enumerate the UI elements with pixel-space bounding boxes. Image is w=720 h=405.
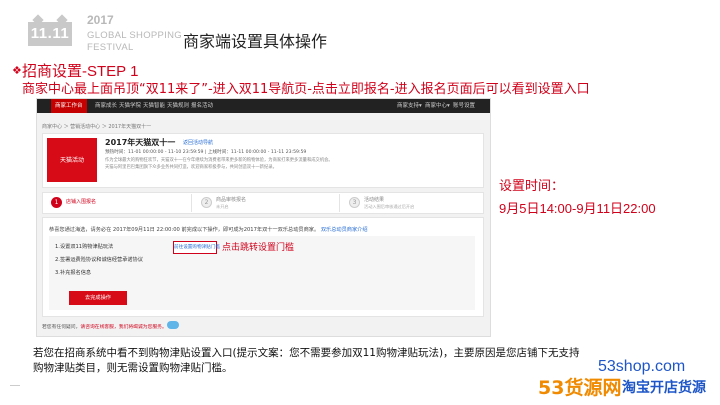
- nav-item-growth[interactable]: 商家成长: [95, 99, 117, 113]
- setup-time-label: 设置时间：: [499, 179, 565, 194]
- note-line1: 若您在招商系统中看不到购物津贴设置入口(提示文案：您不需要参加双11购物津贴玩法…: [33, 347, 580, 359]
- watermark-brand: 53货源网: [538, 377, 622, 399]
- nav-item-academy[interactable]: 天猫学院: [119, 99, 141, 113]
- todo-item-info: 3.补充报名信息: [55, 270, 92, 276]
- activity-badge: 天猫活动: [47, 138, 97, 182]
- activity-time: 预热时间：11-01 00:00:00 - 11-10 23:59:59 | 上…: [105, 150, 307, 155]
- step-1-circle: 1: [51, 197, 62, 208]
- nav-item-rules[interactable]: 天猫规则: [167, 99, 189, 113]
- deadline-notice: 恭喜您通过海选，请务必在 2017年09月11日 22:00:00 前完成以下操…: [49, 226, 368, 233]
- note-line2: 购物津贴类目，则无需设置购物津贴门槛。: [33, 362, 233, 374]
- threshold-callout: 点击跳转设置门槛: [222, 243, 295, 253]
- activity-badge-label: 天猫活动: [59, 157, 84, 164]
- set-threshold-button[interactable]: 前往设置购物津贴门槛: [173, 241, 220, 254]
- help-footnote-prefix: 若您有任何疑问，: [42, 325, 81, 330]
- merchant-intro-link[interactable]: 双乐总动员商家介绍: [321, 227, 368, 233]
- deadline-notice-text: 恭喜您通过海选，请务必在 2017年09月11日 22:00:00 前完成以下操…: [49, 227, 320, 233]
- registration-steps: 1 店铺入围报名 2 商品审核报名 未开启 3 活动结果 活动入围后审核通过后开…: [42, 192, 484, 214]
- step-2-status: 未开启: [216, 204, 229, 209]
- nav-item-workbench[interactable]: 商家工作台: [51, 99, 87, 113]
- step-2-circle: 2: [201, 197, 212, 208]
- back-to-nav-link[interactable]: 返回活动导航: [183, 139, 213, 146]
- tmall-1111-logo: 11.11: [28, 14, 72, 46]
- chat-bubble-icon[interactable]: [167, 321, 179, 329]
- watermark-tagline: 淘宝开店货源: [622, 380, 706, 396]
- top-nav-bar: 商家工作台 商家成长 天猫学院 天猫智能 天猫规则 报名活动 商家支持▾ 商家中…: [37, 99, 490, 113]
- nav-item-smart[interactable]: 天猫智能: [143, 99, 165, 113]
- activity-card: 天猫活动 2017年天猫双十一 返回活动导航 预热时间：11-01 00:00:…: [42, 133, 484, 188]
- activity-title: 2017年天猫双十一: [105, 138, 176, 147]
- todo-item-agreement: 2.签署运费险协议和诚信经营承诺协议: [55, 257, 143, 263]
- help-footnote: 若您有任何疑问，请咨询在线客服，我们将竭诚为您服务。: [42, 323, 167, 330]
- complete-button[interactable]: 去完成操作: [69, 291, 127, 305]
- logo-text: 11.11: [30, 25, 70, 42]
- help-footnote-contact[interactable]: 请咨询在线客服，我们将竭诚为您服务。: [80, 325, 166, 330]
- step-divider: [339, 194, 340, 212]
- todo-list: 1.设置双11购物津贴玩法 前往设置购物津贴门槛 点击跳转设置门槛 2.签署运费…: [49, 236, 475, 310]
- step-3-status: 活动入围后审核通过后开启: [364, 204, 415, 209]
- step-2-label: 商品审核报名: [216, 197, 247, 203]
- merchant-center-screenshot: 商家工作台 商家成长 天猫学院 天猫智能 天猫规则 报名活动 商家支持▾ 商家中…: [36, 98, 491, 337]
- nav-item-support[interactable]: 商家支持▾: [397, 99, 422, 113]
- activity-desc-line2: 天猫与阿里巴巴集团旗下众多业务共同打造，欢迎商家积极参与，共同创造双十一新纪录。: [105, 165, 277, 170]
- step-3-label: 活动结果: [364, 197, 385, 203]
- nav-item-activities[interactable]: 报名活动: [191, 99, 213, 113]
- todo-panel: 恭喜您通过海选，请务必在 2017年09月11日 22:00:00 前完成以下操…: [42, 217, 484, 317]
- breadcrumb: 商家中心 ＞ 营销活动中心 ＞ 2017年天猫双十一: [42, 124, 152, 130]
- festival-year: 2017: [87, 13, 114, 27]
- nav-item-account[interactable]: 账号设置: [453, 99, 475, 113]
- bullet-icon: ❖: [12, 64, 22, 77]
- step-1-label[interactable]: 店铺入围报名: [66, 198, 96, 205]
- step-divider: [191, 194, 192, 212]
- festival-name-line2: FESTIVAL: [87, 42, 134, 53]
- festival-name-line1: GLOBAL SHOPPING: [87, 30, 182, 41]
- nav-item-center[interactable]: 商家中心▾: [425, 99, 450, 113]
- step-3-circle: 3: [349, 197, 360, 208]
- footer-divider: [10, 385, 20, 386]
- step-description: 商家中心最上面吊顶“双11来了”-进入双11导航页-点击立即报名-进入报名页面后…: [22, 82, 590, 97]
- todo-item-subsidy: 1.设置双11购物津贴玩法: [55, 244, 114, 250]
- slide-title: 商家端设置具体操作: [183, 32, 328, 51]
- setup-time-value: 9月5日14:00-9月11日22:00: [499, 201, 656, 216]
- activity-desc-line1: 作为全球最大的购物狂欢节，天猫双十一在今年继续为消费者带来更多新的购物体验，为商…: [105, 158, 333, 163]
